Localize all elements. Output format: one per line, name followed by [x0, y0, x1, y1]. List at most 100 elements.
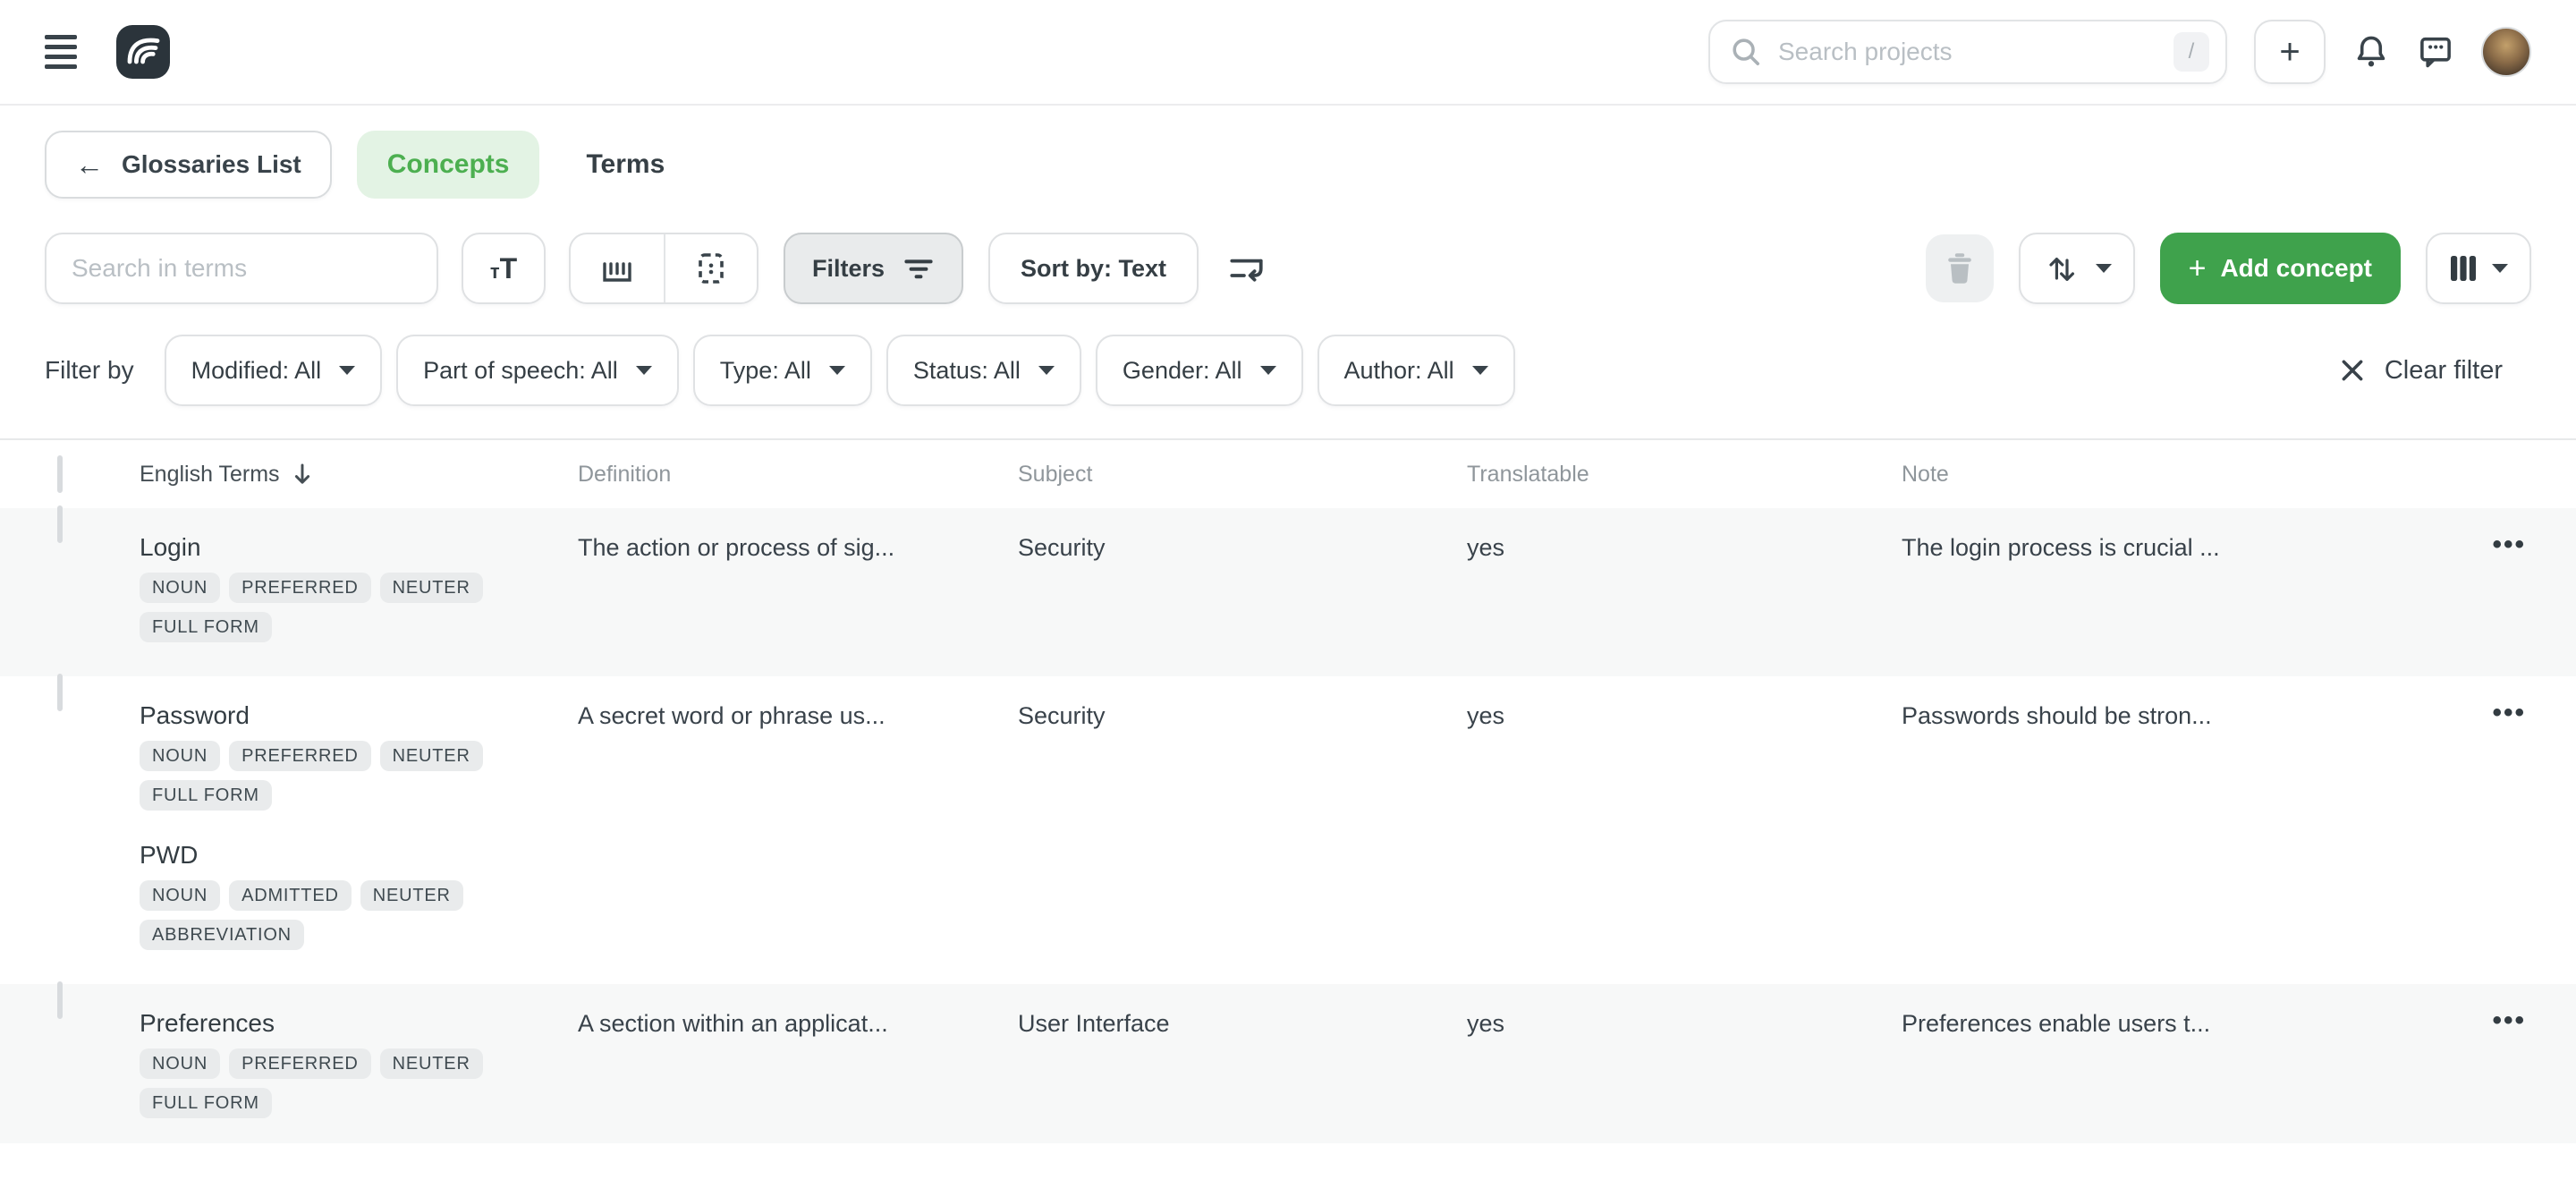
glossary-nav: ← Glossaries List Concepts Terms: [45, 131, 2531, 199]
ellipsis-icon: •••: [2492, 698, 2526, 727]
trash-icon: [1944, 250, 1976, 286]
terms-search-input[interactable]: [45, 233, 438, 304]
caret-down-icon: [2492, 264, 2508, 273]
cell-subject: Security: [1018, 508, 1467, 564]
term-name: Preferences: [140, 1007, 578, 1040]
whole-word-button[interactable]: [571, 234, 664, 302]
cell-subject: User Interface: [1018, 984, 1467, 1040]
table-row[interactable]: Preferences NOUN PREFERRED NEUTER FULL F…: [0, 984, 2576, 1143]
notifications-button[interactable]: [2352, 33, 2390, 71]
caret-down-icon: [829, 366, 845, 375]
cell-definition: A secret word or phrase us...: [578, 676, 1018, 732]
sort-by-button[interactable]: Sort by: Text: [988, 233, 1199, 304]
filter-chip-gender[interactable]: Gender: All: [1096, 335, 1303, 406]
cell-translatable: yes: [1467, 676, 1902, 732]
sort-down-icon: [292, 462, 312, 487]
term-badges: NOUN PREFERRED NEUTER FULL FORM: [140, 573, 542, 642]
user-avatar[interactable]: [2481, 27, 2531, 77]
ellipsis-icon: •••: [2492, 530, 2526, 559]
row-checkbox[interactable]: [57, 505, 63, 543]
row-checkbox[interactable]: [57, 674, 63, 711]
logo-icon: [122, 30, 165, 73]
filter-chip-type[interactable]: Type: All: [693, 335, 872, 406]
toolbar-right: + Add concept: [1926, 233, 2531, 304]
hamburger-icon: [45, 35, 77, 39]
add-concept-button[interactable]: + Add concept: [2160, 233, 2401, 304]
wrap-text-icon: [1225, 248, 1267, 289]
topbar: / +: [0, 0, 2576, 106]
delete-selected-button[interactable]: [1926, 234, 1994, 302]
cell-note: Passwords should be stron...: [1902, 676, 2426, 732]
feedback-button[interactable]: [2417, 33, 2454, 71]
filter-by-label: Filter by: [45, 356, 134, 385]
column-note[interactable]: Note: [1902, 462, 2426, 488]
filter-chip-status[interactable]: Status: All: [886, 335, 1081, 406]
caret-down-icon: [1260, 366, 1276, 375]
tab-terms[interactable]: Terms: [586, 131, 665, 199]
caret-down-icon: [1472, 366, 1488, 375]
wrap-lines-button[interactable]: [1225, 248, 1267, 289]
columns-dropdown[interactable]: [2426, 233, 2531, 304]
app-logo[interactable]: [116, 25, 170, 79]
term-badge: NOUN: [140, 573, 220, 603]
column-definition[interactable]: Definition: [578, 462, 1018, 488]
term-badge: NOUN: [140, 1048, 220, 1079]
caret-down-icon: [339, 366, 355, 375]
column-subject[interactable]: Subject: [1018, 462, 1467, 488]
row-checkbox[interactable]: [57, 981, 63, 1019]
clear-filter-label: Clear filter: [2385, 356, 2503, 386]
clear-filter-button[interactable]: Clear filter: [2340, 356, 2503, 386]
select-all-checkbox[interactable]: [57, 455, 63, 493]
terms-toolbar: тT Filters: [45, 233, 2531, 304]
term-badge: FULL FORM: [140, 780, 272, 811]
cell-translatable: yes: [1467, 984, 1902, 1040]
term-badge: PREFERRED: [229, 741, 371, 771]
term-badge: PREFERRED: [229, 573, 371, 603]
term-cell: Password NOUN PREFERRED NEUTER FULL FORM…: [140, 676, 578, 975]
caret-down-icon: [1038, 366, 1055, 375]
plus-icon: +: [2279, 32, 2300, 72]
sort-arrows-icon: [2042, 249, 2081, 288]
filter-chip-part-of-speech[interactable]: Part of speech: All: [396, 335, 679, 406]
table-row[interactable]: Login NOUN PREFERRED NEUTER FULL FORM Th…: [0, 508, 2576, 676]
table-header: English Terms Definition Subject Transla…: [0, 440, 2576, 508]
filter-bar: Filter by Modified: All Part of speech: …: [45, 335, 2531, 406]
exact-selection-button[interactable]: [664, 234, 757, 302]
create-new-button[interactable]: +: [2254, 20, 2326, 84]
term-name: PWD: [140, 839, 578, 871]
back-to-glossaries-button[interactable]: ← Glossaries List: [45, 131, 332, 199]
cell-translatable: yes: [1467, 508, 1902, 564]
match-case-button[interactable]: тT: [462, 233, 546, 304]
filter-chip-author[interactable]: Author: All: [1318, 335, 1515, 406]
row-actions-button[interactable]: •••: [2485, 526, 2533, 564]
column-translatable[interactable]: Translatable: [1467, 462, 1902, 488]
ellipsis-icon: •••: [2492, 1006, 2526, 1035]
term-badge: ADMITTED: [229, 880, 352, 911]
chat-icon: [2417, 33, 2454, 71]
sort-order-dropdown[interactable]: [2019, 233, 2135, 304]
row-actions-button[interactable]: •••: [2485, 1002, 2533, 1040]
term-badges: NOUN PREFERRED NEUTER FULL FORM: [140, 1048, 542, 1118]
topbar-right: / +: [1708, 20, 2531, 84]
table-row[interactable]: Password NOUN PREFERRED NEUTER FULL FORM…: [0, 676, 2576, 984]
term-badge: FULL FORM: [140, 612, 272, 642]
hamburger-menu-button[interactable]: [45, 31, 77, 72]
app: / + ← G: [0, 0, 2576, 1197]
term-badge: NOUN: [140, 880, 220, 911]
filter-chip-modified[interactable]: Modified: All: [165, 335, 383, 406]
project-search-input[interactable]: [1778, 38, 2157, 66]
selection-frame-icon: [691, 249, 731, 288]
whole-word-icon: [597, 249, 637, 288]
term-name: Login: [140, 531, 578, 564]
term-badge: NEUTER: [380, 741, 483, 771]
caret-down-icon: [2096, 264, 2112, 273]
column-english-terms[interactable]: English Terms: [140, 462, 578, 488]
filters-button[interactable]: Filters: [784, 233, 963, 304]
term-badge: NEUTER: [360, 880, 463, 911]
term-name: Password: [140, 700, 578, 732]
term-badge: NEUTER: [380, 573, 483, 603]
search-icon: [1730, 36, 1762, 68]
tab-concepts[interactable]: Concepts: [357, 131, 540, 199]
row-actions-button[interactable]: •••: [2485, 694, 2533, 732]
project-search[interactable]: /: [1708, 20, 2227, 84]
